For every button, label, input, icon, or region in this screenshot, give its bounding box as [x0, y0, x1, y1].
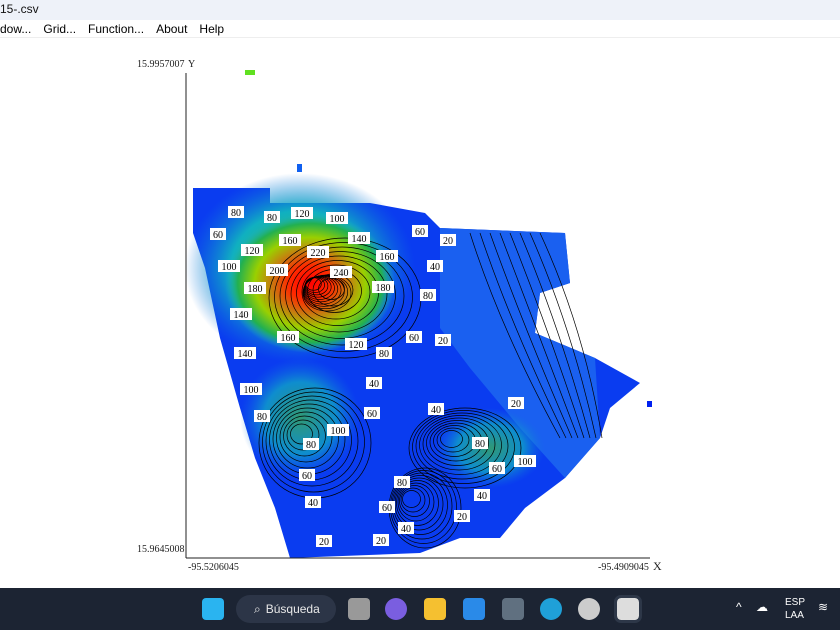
contour-label: 40 [401, 524, 411, 535]
window-title: 15-.csv [0, 2, 39, 16]
search-box[interactable]: ⌕ Búsqueda [236, 595, 336, 623]
contour-label: 60 [302, 471, 312, 482]
task-view-icon[interactable] [348, 598, 370, 620]
contour-label: 60 [213, 230, 223, 241]
contour-label: 160 [281, 333, 296, 344]
taskbar: ⌕ Búsqueda ^ ☁ ESP LAA ≋ [0, 588, 840, 630]
contour-label: 120 [245, 246, 260, 257]
contour-label: 40 [369, 379, 379, 390]
contour-label: 60 [415, 227, 425, 238]
contour-label: 80 [257, 412, 267, 423]
title-bar: 15-.csv [0, 0, 840, 20]
contour-label: 60 [382, 503, 392, 514]
contour-label: 80 [231, 208, 241, 219]
x-axis-title: X [653, 559, 662, 573]
menu-bar: dow... Grid... Function... About Help [0, 20, 840, 38]
search-label: Búsqueda [265, 602, 320, 616]
contour-label: 240 [334, 268, 349, 279]
contour-label: 80 [379, 349, 389, 360]
contour-label: 160 [283, 236, 298, 247]
start-icon[interactable] [202, 598, 224, 620]
contour-label: 100 [518, 457, 533, 468]
contour-label: 20 [319, 537, 329, 548]
surfer-app-icon[interactable] [614, 595, 642, 623]
x-min-label: -95.5206045 [188, 562, 239, 573]
contour-label: 160 [380, 252, 395, 263]
contour-label: 40 [430, 262, 440, 273]
contour-label: 60 [409, 333, 419, 344]
contour-plot: 80 80 120 100 60 160 140 60 20 120 220 160 100 200 240… [0, 38, 840, 588]
contour-map: 80 80 120 100 60 160 140 60 20 120 220 160 100 200 240… [185, 70, 652, 559]
menu-window[interactable]: dow... [0, 22, 31, 37]
contour-label: 80 [475, 439, 485, 450]
contour-label: 180 [376, 283, 391, 294]
contour-label: 100 [330, 214, 345, 225]
contour-label: 20 [511, 399, 521, 410]
menu-about[interactable]: About [156, 22, 187, 37]
y-axis-title: Y [188, 59, 196, 70]
map-surface [185, 70, 652, 558]
app-icon[interactable] [578, 598, 600, 620]
contour-label: 100 [244, 385, 259, 396]
contour-label: 180 [248, 284, 263, 295]
contour-label: 20 [438, 336, 448, 347]
contour-label: 140 [234, 310, 249, 321]
contour-label: 140 [352, 234, 367, 245]
wifi-icon[interactable]: ≋ [818, 600, 828, 614]
calendar-icon[interactable] [463, 598, 485, 620]
onedrive-icon[interactable]: ☁ [756, 600, 768, 614]
contour-label: 140 [238, 349, 253, 360]
outlier-point [245, 70, 255, 75]
contour-label: 20 [457, 512, 467, 523]
contour-label: 80 [267, 213, 277, 224]
calculator-icon[interactable] [502, 598, 524, 620]
contour-label: 60 [367, 409, 377, 420]
chat-icon[interactable] [385, 598, 407, 620]
contour-label: 100 [222, 262, 237, 273]
menu-grid[interactable]: Grid... [43, 22, 76, 37]
contour-label: 220 [311, 248, 326, 259]
menu-help[interactable]: Help [199, 22, 224, 37]
y-min-label: 15.9645008 [137, 544, 185, 555]
tray-chevron-icon[interactable]: ^ [736, 600, 742, 614]
language-variant[interactable]: LAA [785, 610, 804, 621]
contour-label: 40 [477, 491, 487, 502]
contour-label: 120 [349, 340, 364, 351]
y-max-label: 15.9957007 [137, 59, 185, 70]
contour-label: 80 [423, 291, 433, 302]
outlier-point [647, 401, 652, 407]
menu-function[interactable]: Function... [88, 22, 144, 37]
contour-label: 60 [492, 464, 502, 475]
contour-label: 20 [376, 536, 386, 547]
edge-icon[interactable] [540, 598, 562, 620]
contour-label: 40 [308, 498, 318, 509]
file-explorer-icon[interactable] [424, 598, 446, 620]
contour-label: 20 [443, 236, 453, 247]
outlier-point [297, 164, 302, 172]
x-max-label: -95.4909045 [598, 562, 649, 573]
contour-label: 80 [397, 478, 407, 489]
contour-label: 100 [331, 426, 346, 437]
search-icon: ⌕ [254, 601, 261, 616]
contour-label: 200 [270, 266, 285, 277]
contour-label: 80 [306, 440, 316, 451]
contour-label: 40 [431, 405, 441, 416]
contour-label: 120 [295, 209, 310, 220]
language-indicator[interactable]: ESP [785, 597, 805, 608]
